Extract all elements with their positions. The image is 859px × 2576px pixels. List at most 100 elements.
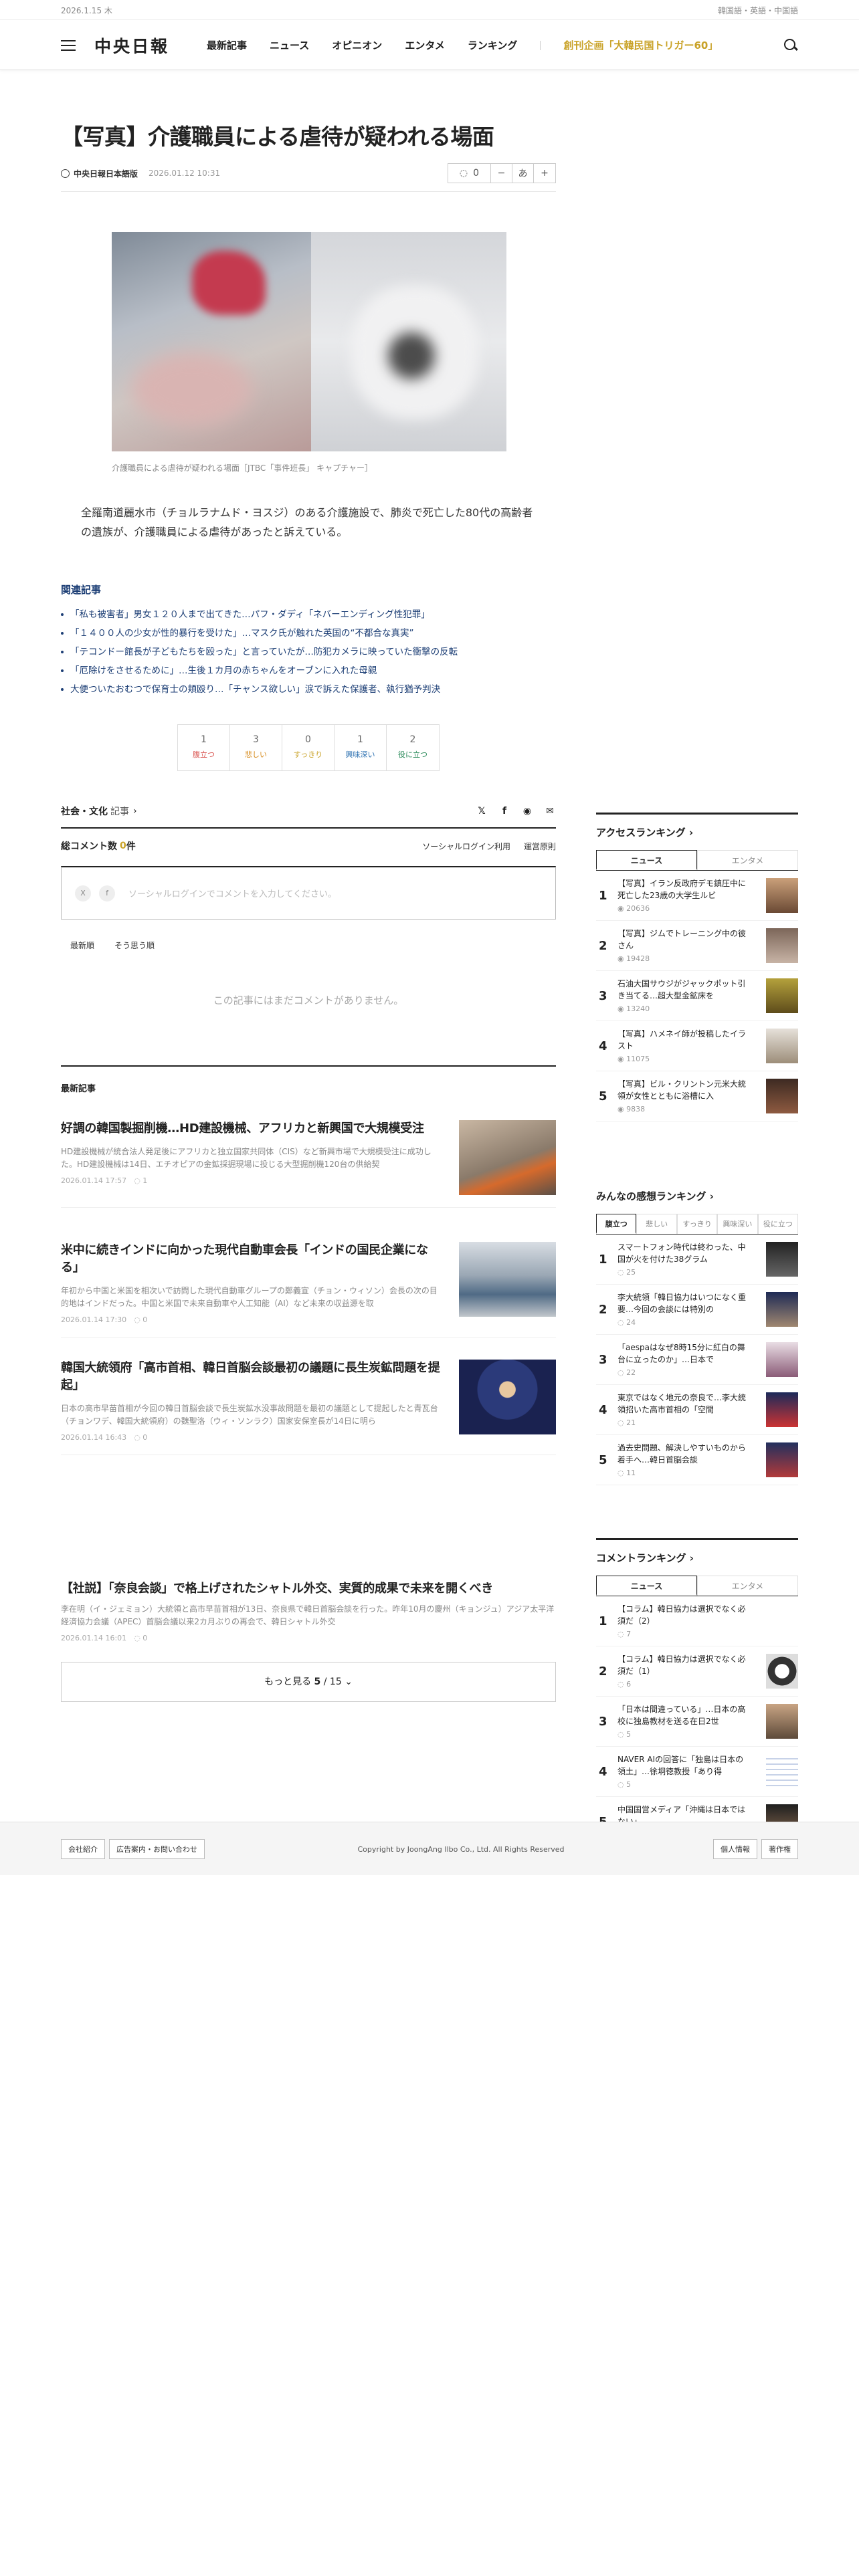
- footer-link-ads[interactable]: 広告案内・お問い合わせ: [109, 1839, 205, 1859]
- search-icon[interactable]: [783, 38, 798, 53]
- ranking-title[interactable]: 【写真】ジムでトレーニング中の彼さん: [617, 928, 751, 952]
- footer-link-company[interactable]: 会社紹介: [61, 1839, 105, 1859]
- latest-article-title[interactable]: 【社説】「奈良会談」で格上げされたシャトル外交、実質的成果で未来を開くべき: [61, 1580, 556, 1598]
- ranking-title[interactable]: NAVER AIの回答に「独島は日本の領土」…徐坰徳教授「あり得: [617, 1754, 751, 1778]
- x-icon[interactable]: 𝕏: [476, 806, 488, 817]
- latest-article-thumbnail[interactable]: [459, 1242, 556, 1317]
- ranking-title[interactable]: 【写真】イラン反政府デモ鎮圧中に死亡した23歳の大学生ルビ: [617, 878, 751, 901]
- tab-news[interactable]: ニュース: [596, 850, 697, 870]
- ranking-title[interactable]: 【コラム】韓日協力は選択でなく必須だ（1）: [617, 1654, 751, 1677]
- tab-sad[interactable]: 悲しい: [636, 1214, 677, 1234]
- ranking-title[interactable]: 「aespaはなぜ8時15分に紅白の舞台に立ったのか」…日本で: [617, 1342, 751, 1366]
- latest-article-title[interactable]: 韓国大統領府「高市首相、韓日首脳会談最初の議題に長生炭鉱問題を提起」: [61, 1360, 442, 1394]
- ranking-item[interactable]: 4 【写真】ハメネイ師が投稿したイラスト ◉ 11075: [596, 1021, 798, 1071]
- reaction-interesting[interactable]: 1 興味深い: [335, 725, 387, 770]
- ranking-thumbnail[interactable]: [766, 1704, 798, 1739]
- ranking-title[interactable]: 「日本は間違っている」…日本の高校に独島教材を送る在日2世: [617, 1704, 751, 1727]
- ranking-title[interactable]: 東京ではなく地元の奈良で…李大統領招いた高市首相の「空間: [617, 1392, 751, 1416]
- ranking-item[interactable]: 2 【コラム】韓日協力は選択でなく必須だ（1） ◌ 6: [596, 1646, 798, 1697]
- ranking-item[interactable]: 1 【写真】イラン反政府デモ鎮圧中に死亡した23歳の大学生ルビ ◉ 20636: [596, 871, 798, 921]
- section-suffix[interactable]: 記事: [110, 804, 129, 818]
- font-size-label[interactable]: あ: [512, 164, 534, 183]
- sort-agree[interactable]: そう思う順: [114, 940, 155, 951]
- menu-icon[interactable]: [61, 39, 76, 51]
- feeling-ranking-heading[interactable]: みんなの感想ランキング ›: [596, 1177, 798, 1203]
- ranking-thumbnail[interactable]: [766, 978, 798, 1013]
- ranking-title[interactable]: 【コラム】韓日協力は選択でなく必須だ（2）: [617, 1604, 751, 1627]
- facebook-icon[interactable]: f: [498, 806, 510, 817]
- language-links[interactable]: 韓国語・英語・中国語: [718, 5, 798, 16]
- ranking-item[interactable]: 1 【コラム】韓日協力は選択でなく必須だ（2） ◌ 7: [596, 1596, 798, 1646]
- related-item[interactable]: 「１４００人の少女が性的暴行を受けた」…マスク氏が触れた英国の“不都合な真実”: [61, 624, 556, 643]
- reaction-refreshing[interactable]: 0 すっきり: [282, 725, 335, 770]
- mail-icon[interactable]: ✉: [544, 806, 556, 817]
- ranking-item[interactable]: 2 李大統領「韓日協力はいつになく重要…今回の会談には特別の ◌ 24: [596, 1285, 798, 1335]
- latest-article[interactable]: 【社説】「奈良会談」で格上げされたシャトル外交、実質的成果で未来を開くべき 李在…: [61, 1580, 556, 1655]
- latest-article[interactable]: 韓国大統領府「高市首相、韓日首脳会談最初の議題に長生炭鉱問題を提起」 日本の高市…: [61, 1360, 556, 1456]
- ranking-item[interactable]: 4 東京ではなく地元の奈良で…李大統領招いた高市首相の「空間 ◌ 21: [596, 1385, 798, 1435]
- tab-news[interactable]: ニュース: [596, 1576, 697, 1596]
- tab-angry[interactable]: 腹立つ: [596, 1214, 637, 1234]
- comment-input-box[interactable]: X f ソーシャルログインでコメントを入力してください。: [61, 866, 556, 920]
- ranking-title[interactable]: 李大統領「韓日協力はいつになく重要…今回の会談には特別の: [617, 1292, 751, 1315]
- latest-article-title[interactable]: 好調の韓国製掘削機…HD建設機械、アフリカと新興国で大規模受注: [61, 1120, 442, 1138]
- ranking-thumbnail[interactable]: [766, 1079, 798, 1113]
- reaction-helpful[interactable]: 2 役に立つ: [387, 725, 439, 770]
- reaction-sad[interactable]: 3 悲しい: [230, 725, 282, 770]
- comment-count-button[interactable]: ◌ 0: [448, 164, 491, 183]
- tab-interesting[interactable]: 興味深い: [717, 1214, 758, 1234]
- facebook-login-icon[interactable]: f: [99, 885, 115, 901]
- nav-special-feature[interactable]: 創刊企画「大韓民国トリガー60」: [563, 38, 718, 52]
- tab-refreshing[interactable]: すっきり: [676, 1214, 718, 1234]
- ranking-title[interactable]: 過去史問題、解決しやすいものから着手へ…韓日首脳会談: [617, 1442, 751, 1466]
- latest-article[interactable]: 好調の韓国製掘削機…HD建設機械、アフリカと新興国で大規模受注 HD建設機械が統…: [61, 1120, 556, 1208]
- tab-entertainment[interactable]: エンタメ: [697, 1576, 798, 1596]
- ranking-item[interactable]: 5 【写真】ビル・クリントン元米大統領が女性とともに浴槽に入 ◉ 9838: [596, 1071, 798, 1121]
- font-larger-button[interactable]: +: [534, 164, 555, 183]
- ranking-thumbnail[interactable]: [766, 1392, 798, 1427]
- site-logo[interactable]: 中央日報: [94, 33, 169, 58]
- nav-ranking[interactable]: ランキング: [468, 38, 518, 52]
- latest-article[interactable]: 米中に続きインドに向かった現代自動車会長「インドの国民企業になる」 年初から中国…: [61, 1242, 556, 1338]
- sort-latest[interactable]: 最新順: [70, 940, 94, 951]
- latest-article-title[interactable]: 米中に続きインドに向かった現代自動車会長「インドの国民企業になる」: [61, 1242, 442, 1277]
- tab-entertainment[interactable]: エンタメ: [697, 850, 798, 870]
- related-item[interactable]: 「テコンドー館長が子どもたちを殴った」と言っていたが…防犯カメラに映っていた衝撃…: [61, 643, 556, 661]
- social-login-link[interactable]: ソーシャルログイン利用: [422, 841, 510, 852]
- footer-link-privacy[interactable]: 個人情報: [713, 1839, 757, 1859]
- related-item[interactable]: 「私も被害者」男女１２０人まで出てきた…パフ・ダディ「ネバーエンディング性犯罪」: [61, 605, 556, 624]
- section-name[interactable]: 社会・文化: [61, 804, 108, 818]
- ranking-title[interactable]: 【写真】ハメネイ師が投稿したイラスト: [617, 1029, 751, 1052]
- ranking-title[interactable]: スマートフォン時代は終わった、中国が火を付けた38グラム: [617, 1242, 751, 1265]
- font-smaller-button[interactable]: −: [491, 164, 512, 183]
- nav-entertainment[interactable]: エンタメ: [405, 38, 445, 52]
- x-login-icon[interactable]: X: [75, 885, 91, 901]
- footer-link-copyright[interactable]: 著作権: [761, 1839, 798, 1859]
- ranking-thumbnail[interactable]: [766, 928, 798, 963]
- ranking-item[interactable]: 2 【写真】ジムでトレーニング中の彼さん ◉ 19428: [596, 921, 798, 971]
- rules-link[interactable]: 運営原則: [524, 841, 556, 852]
- ranking-title[interactable]: 石油大国サウジがジャックポット引き当てる…超大型金鉱床を: [617, 978, 751, 1002]
- ranking-item[interactable]: 3 石油大国サウジがジャックポット引き当てる…超大型金鉱床を ◉ 13240: [596, 971, 798, 1021]
- ranking-item[interactable]: 5 過去史問題、解決しやすいものから着手へ…韓日首脳会談 ◌ 11: [596, 1435, 798, 1485]
- ranking-thumbnail[interactable]: [766, 1029, 798, 1063]
- ranking-thumbnail[interactable]: [766, 1342, 798, 1377]
- comment-ranking-heading[interactable]: コメントランキング ›: [596, 1538, 798, 1565]
- latest-article-thumbnail[interactable]: [459, 1360, 556, 1434]
- ranking-item[interactable]: 4 NAVER AIの回答に「独島は日本の領土」…徐坰徳教授「あり得 ◌ 5: [596, 1747, 798, 1797]
- ranking-thumbnail[interactable]: [766, 1654, 798, 1689]
- ranking-item[interactable]: 1 スマートフォン時代は終わった、中国が火を付けた38グラム ◌ 25: [596, 1235, 798, 1285]
- nav-news[interactable]: ニュース: [270, 38, 309, 52]
- tab-helpful[interactable]: 役に立つ: [757, 1214, 799, 1234]
- nav-opinion[interactable]: オピニオン: [332, 38, 382, 52]
- latest-article-thumbnail[interactable]: [459, 1120, 556, 1195]
- ranking-title[interactable]: 【写真】ビル・クリントン元米大統領が女性とともに浴槽に入: [617, 1079, 751, 1102]
- ranking-item[interactable]: 3 「aespaはなぜ8時15分に紅白の舞台に立ったのか」…日本で ◌ 22: [596, 1335, 798, 1385]
- ranking-thumbnail[interactable]: [766, 878, 798, 913]
- ranking-thumbnail[interactable]: [766, 1292, 798, 1327]
- ranking-thumbnail[interactable]: [766, 1442, 798, 1477]
- load-more-button[interactable]: もっと見る 5 / 15 ⌄: [61, 1662, 556, 1702]
- reaction-angry[interactable]: 1 腹立つ: [178, 725, 230, 770]
- ranking-thumbnail[interactable]: [766, 1754, 798, 1789]
- ranking-thumbnail[interactable]: [766, 1242, 798, 1277]
